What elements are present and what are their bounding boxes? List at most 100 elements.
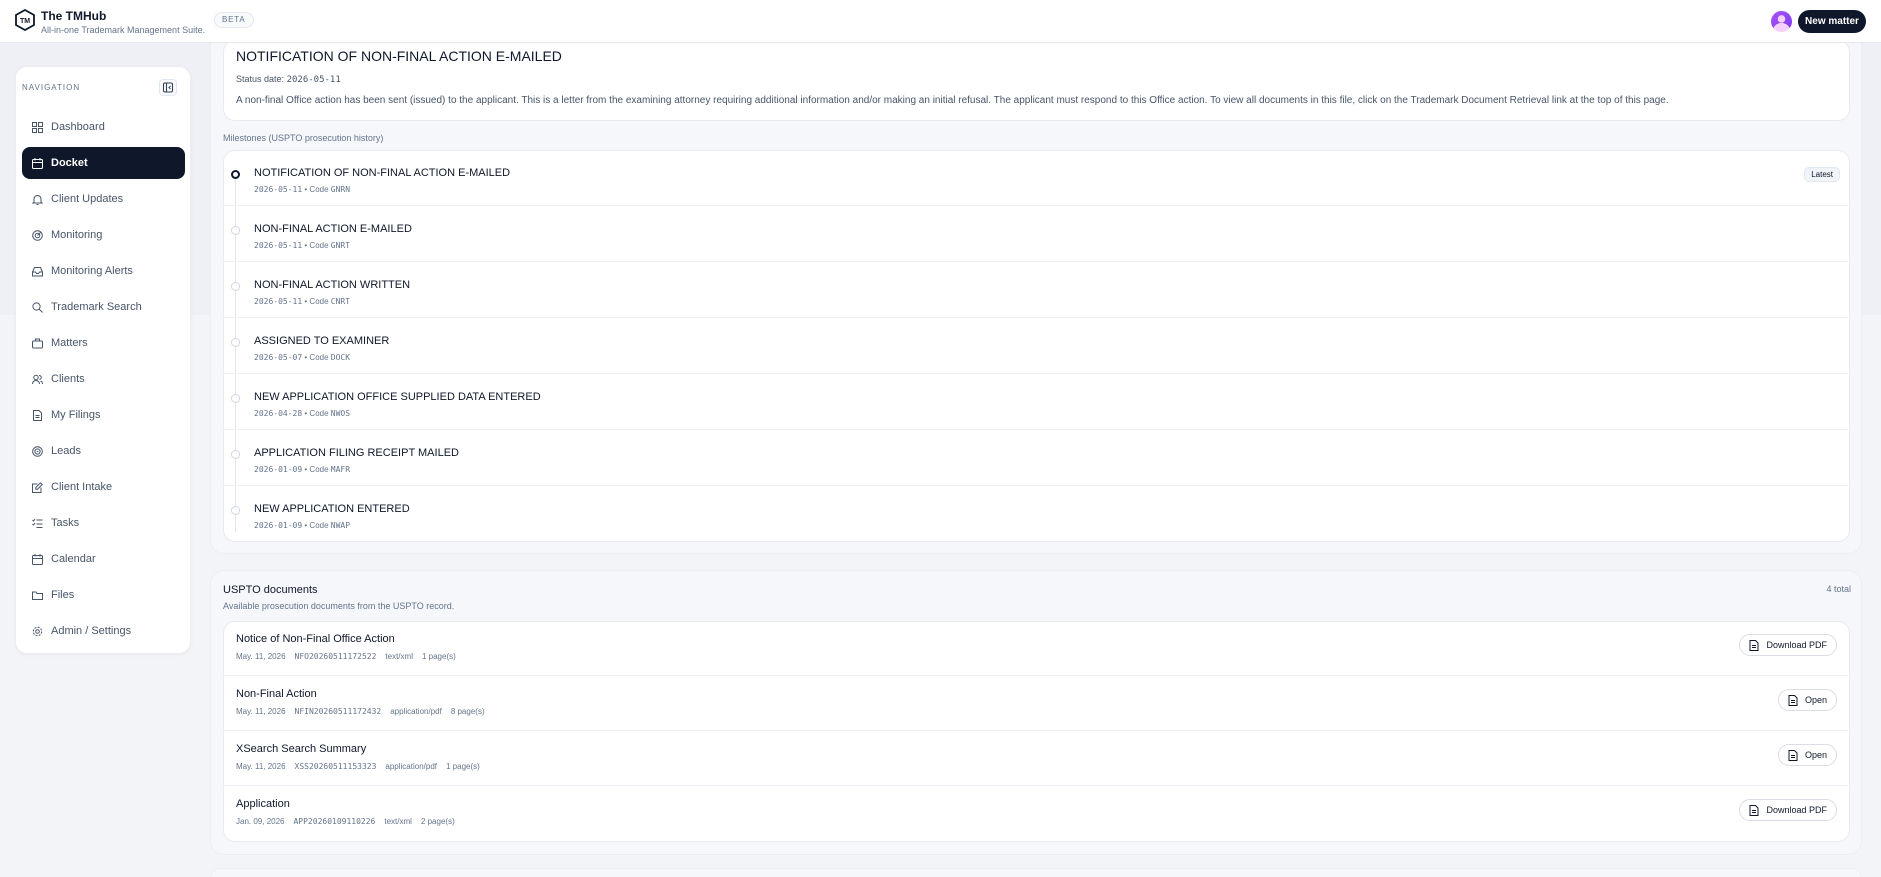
sidebar-item-calendar[interactable]: Calendar [22,543,185,575]
milestone-meta: 2026-05-07 • Code DOCK [254,353,351,362]
calendar-icon [32,553,43,565]
milestone-dot [231,394,240,403]
sidebar-item-label: Monitoring [51,229,103,241]
collapse-sidebar-button[interactable] [159,79,177,96]
sidebar-item-trademark-search[interactable]: Trademark Search [22,291,185,323]
milestone-title: NON-FINAL ACTION E-MAILED [254,223,412,235]
top-bar: TM The TMHub All-in-one Trademark Manage… [0,0,1881,43]
milestone-meta: 2026-05-11 • Code CNRT [254,297,351,306]
open-button[interactable]: Open [1777,744,1837,766]
document-title: XSearch Search Summary [236,743,367,755]
document-row: Non-Final Action May. 11, 2026 NFIN202605… [223,676,1850,731]
bell-icon [32,194,43,205]
sidebar-item-monitoring-alerts[interactable]: Monitoring Alerts [22,255,185,287]
milestone-row: NEW APPLICATION ENTERED 2026-01-09 • Cod… [223,486,1850,542]
latest-badge: Latest [1804,167,1840,182]
sidebar-item-admin-settings[interactable]: Admin / Settings [22,615,185,647]
milestone-dot [231,282,240,291]
new-matter-button[interactable]: New matter [1798,10,1866,33]
collapse-icon [162,82,174,93]
status-date: Status date: 2026-05-11 [236,74,341,85]
sidebar-item-client-intake[interactable]: Client Intake [22,471,185,503]
milestone-dot [231,450,240,459]
sidebar-item-my-filings[interactable]: My Filings [22,399,185,431]
documents-subtitle: Available prosecution documents from the… [223,601,455,611]
app-title: The TMHub [41,9,107,23]
milestone-row: NON-FINAL ACTION WRITTEN 2026-05-11 • Co… [223,262,1850,318]
logo-text: TM [20,18,30,25]
download-pdf-button[interactable]: Download PDF [1739,799,1837,821]
milestone-row: NOTIFICATION OF NON-FINAL ACTION E-MAILE… [223,150,1850,206]
milestone-dot [231,506,240,515]
sidebar-item-clients[interactable]: Clients [22,363,185,395]
download-pdf-button[interactable]: Download PDF [1739,634,1837,656]
calendar-icon [32,157,43,169]
file-icon [1749,639,1759,651]
document-meta: May. 11, 2026 NFO20260511172522 text/xml 1 … [236,652,456,661]
sidebar-item-files[interactable]: Files [22,579,185,611]
document-title: Notice of Non-Final Office Action [236,633,395,645]
document-title: Application [236,798,290,810]
open-button[interactable]: Open [1777,689,1837,711]
milestone-dot [231,226,240,235]
documents-title: USPTO documents [223,584,318,596]
milestone-dot [231,338,240,347]
sidebar-item-label: Docket [51,157,88,169]
milestone-dot [231,170,240,179]
status-date-value: 2026-05-11 [286,75,341,85]
milestone-title: NOTIFICATION OF NON-FINAL ACTION E-MAILE… [254,167,511,179]
next-panel [210,868,1862,877]
inbox-icon [32,266,43,276]
milestone-meta: 2026-05-11 • Code GNRT [254,241,351,250]
sidebar-item-label: Calendar [51,553,96,565]
file-icon [33,409,42,421]
milestone-meta: 2026-05-11 • Code GNRN [254,185,351,194]
document-meta: May. 11, 2026 XSS20260511153323 applicatio… [236,762,480,771]
sidebar-item-label: My Filings [51,409,101,421]
sidebar-item-matters[interactable]: Matters [22,327,185,359]
milestone-row: NON-FINAL ACTION E-MAILED 2026-05-11 • C… [223,206,1850,262]
edit-icon [32,481,43,493]
sidebar-item-leads[interactable]: Leads [22,435,185,467]
milestone-title: NON-FINAL ACTION WRITTEN [254,279,411,291]
sidebar-item-label: Client Updates [51,193,124,205]
sidebar-item-label: Admin / Settings [51,625,132,637]
file-icon [1788,694,1798,706]
file-icon [1788,749,1798,761]
sidebar-item-docket[interactable]: Docket [22,147,185,179]
sidebar-item-label: Matters [51,337,88,349]
dashboard-icon [32,121,43,133]
status-date-label: Status date: [236,74,285,84]
milestone-row: ASSIGNED TO EXAMINER 2026-05-07 • Code D… [223,318,1850,374]
sidebar-item-monitoring[interactable]: Monitoring [22,219,185,251]
gear-icon [32,626,43,636]
milestone-title: APPLICATION FILING RECEIPT MAILED [254,447,459,459]
sidebar-item-client-updates[interactable]: Client Updates [22,183,185,215]
sidebar-item-label: Tasks [51,517,80,529]
logo-icon[interactable]: TM [15,9,35,31]
milestone-title: NEW APPLICATION ENTERED [254,503,410,515]
milestones-heading: Milestones (USPTO prosecution history) [223,133,384,143]
avatar[interactable] [1771,11,1792,32]
radar-icon [32,229,43,241]
status-title: NOTIFICATION OF NON-FINAL ACTION E-MAILE… [236,48,562,64]
document-meta: Jan. 09, 2026 APP20260109110226 text/xml 2 … [236,817,455,826]
milestone-row: NEW APPLICATION OFFICE SUPPLIED DATA ENT… [223,374,1850,430]
milestone-meta: 2026-01-09 • Code NWAP [254,521,351,530]
document-meta: May. 11, 2026 NFIN20260511172432 applicati… [236,707,485,716]
users-icon [32,374,43,384]
milestone-meta: 2026-04-28 • Code NWOS [254,409,351,418]
nav-heading: NAVIGATION [22,83,81,92]
file-icon [1749,804,1759,816]
sidebar-item-dashboard[interactable]: Dashboard [22,111,185,143]
milestone-row: APPLICATION FILING RECEIPT MAILED 2026-0… [223,430,1850,486]
milestone-meta: 2026-01-09 • Code MAFR [254,465,351,474]
briefcase-icon [32,338,43,348]
sidebar-item-tasks[interactable]: Tasks [22,507,185,539]
beta-badge: BETA [214,12,254,28]
document-title: Non-Final Action [236,688,317,700]
documents-count: 4 total [1826,584,1851,594]
folder-icon [32,591,43,600]
sidebar-item-label: Monitoring Alerts [51,265,133,277]
app-subtitle: All-in-one Trademark Management Suite. [41,25,206,35]
